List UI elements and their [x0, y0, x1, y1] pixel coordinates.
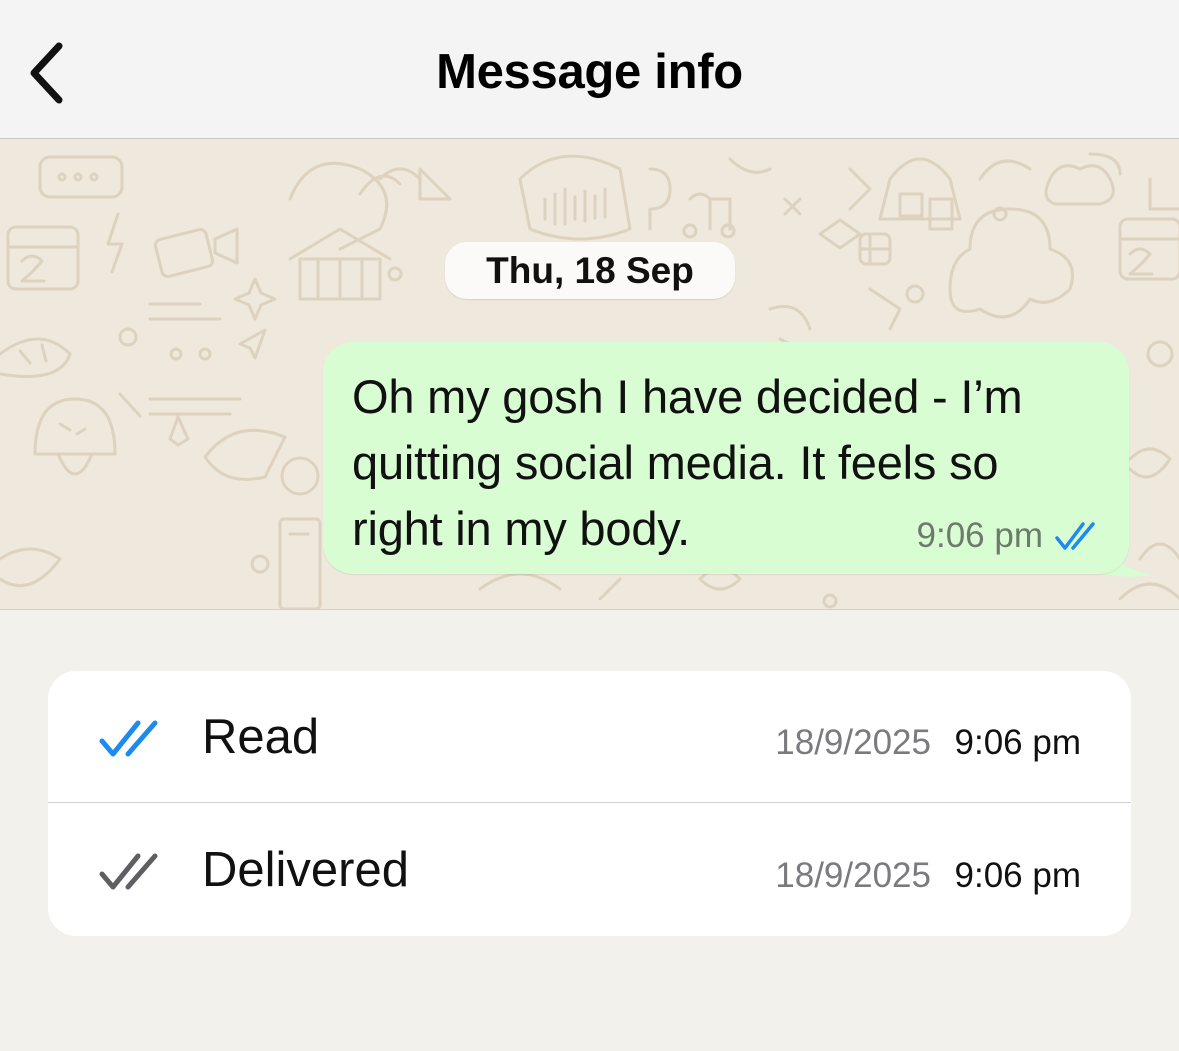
page-title: Message info: [436, 45, 743, 99]
double-check-grey-icon: [99, 853, 158, 890]
message-meta: 9:06 pm: [917, 516, 1101, 556]
double-check-blue-icon: [99, 720, 158, 757]
status-label: Read: [202, 710, 320, 764]
double-check-icon: [1055, 522, 1095, 550]
message-bubble[interactable]: Oh my gosh I have decided - I’m quitting…: [323, 342, 1129, 574]
status-date: 18/9/2025: [775, 856, 931, 895]
status-row-delivered: Delivered 18/9/2025 9:06 pm: [48, 804, 1131, 936]
date-separator: Thu, 18 Sep: [445, 242, 735, 299]
header-bar: Message info: [0, 0, 1179, 139]
message-time: 9:06 pm: [916, 516, 1043, 555]
status-date: 18/9/2025: [775, 723, 931, 762]
status-row-read: Read 18/9/2025 9:06 pm: [48, 671, 1131, 803]
message-status-card: Read 18/9/2025 9:06 pm Delivered 18/9/20…: [48, 671, 1131, 936]
status-time: 9:06 pm: [954, 723, 1081, 762]
chat-background: Thu, 18 Sep Oh my gosh I have decided - …: [0, 139, 1179, 610]
status-label: Delivered: [202, 843, 409, 897]
status-time: 9:06 pm: [954, 856, 1081, 895]
divider: [48, 802, 1131, 803]
